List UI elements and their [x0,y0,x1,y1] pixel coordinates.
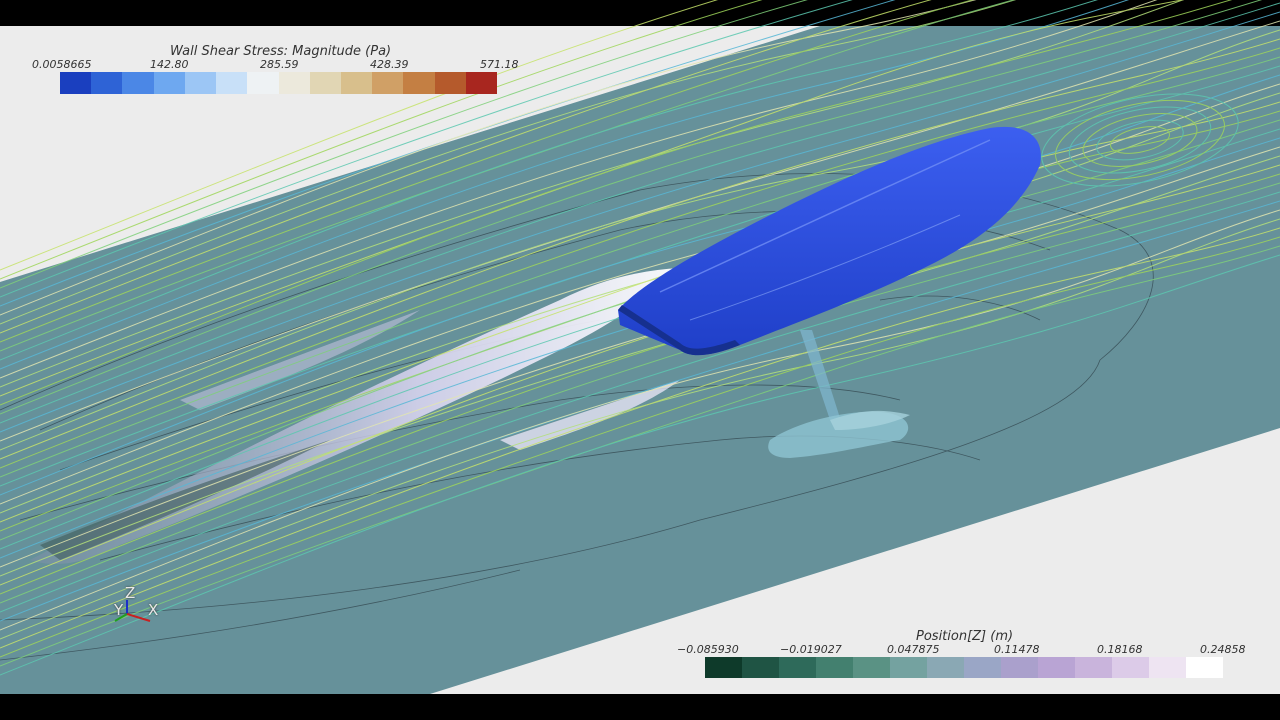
legend-tick: −0.085930 [677,643,739,656]
render-viewport[interactable]: Wall Shear Stress: Magnitude (Pa) 0.0058… [0,0,1280,720]
ramp-swatch [216,72,248,94]
ramp-swatch [1112,657,1149,678]
legend-tick: 428.39 [370,58,409,71]
legend-tick: 0.18168 [1097,643,1143,656]
ramp-swatch [153,72,185,94]
ramp-swatch [278,72,310,94]
legend-tick: 0.0058665 [32,58,92,71]
ramp-swatch [60,72,92,94]
ramp-swatch [403,72,435,94]
legend-title: Wall Shear Stress: Magnitude (Pa) [170,44,392,59]
ramp-swatch [964,657,1001,678]
legend-tick: −0.019027 [780,643,842,656]
ramp-swatch [890,657,927,678]
ramp-swatch [122,72,154,94]
ramp-swatch [1075,657,1112,678]
legend-tick: 0.047875 [887,643,940,656]
wall-shear-stress-legend: Wall Shear Stress: Magnitude (Pa) 0.0058… [20,40,540,100]
ramp-swatch [742,657,779,678]
ramp-swatch [372,72,404,94]
ramp-swatch [1038,657,1075,678]
ramp-swatch [184,72,217,94]
ramp-swatch [309,72,341,94]
color-ramp [60,72,498,94]
ramp-swatch [705,657,742,678]
ramp-swatch [1149,657,1186,678]
ramp-swatch [779,657,816,678]
ramp-swatch [434,72,466,94]
ramp-swatch [927,657,964,678]
ramp-swatch [1001,657,1038,678]
legend-tick: 142.80 [150,58,189,71]
ramp-swatch [1186,657,1223,678]
ramp-swatch [247,72,279,94]
legend-tick: 285.59 [260,58,299,71]
legend-tick: 571.18 [480,58,519,71]
legend-tick: 0.24858 [1200,643,1246,656]
legend-tick: 0.11478 [994,643,1040,656]
axis-label-z: Z [125,584,136,602]
ramp-swatch [91,72,123,94]
ramp-swatch [340,72,373,94]
axis-label-x: X [148,601,159,619]
ramp-swatch [853,657,890,678]
ramp-swatch [465,72,498,94]
ramp-swatch [816,657,853,678]
legend-title: Position[Z] (m) [916,629,1014,644]
position-z-legend: Position[Z] (m) −0.085930 −0.019027 0.04… [670,626,1260,684]
color-ramp [705,657,1223,678]
orientation-axes: Z Y X [105,584,175,636]
axis-label-y: Y [114,601,124,619]
cfd-scene[interactable] [0,0,1280,720]
